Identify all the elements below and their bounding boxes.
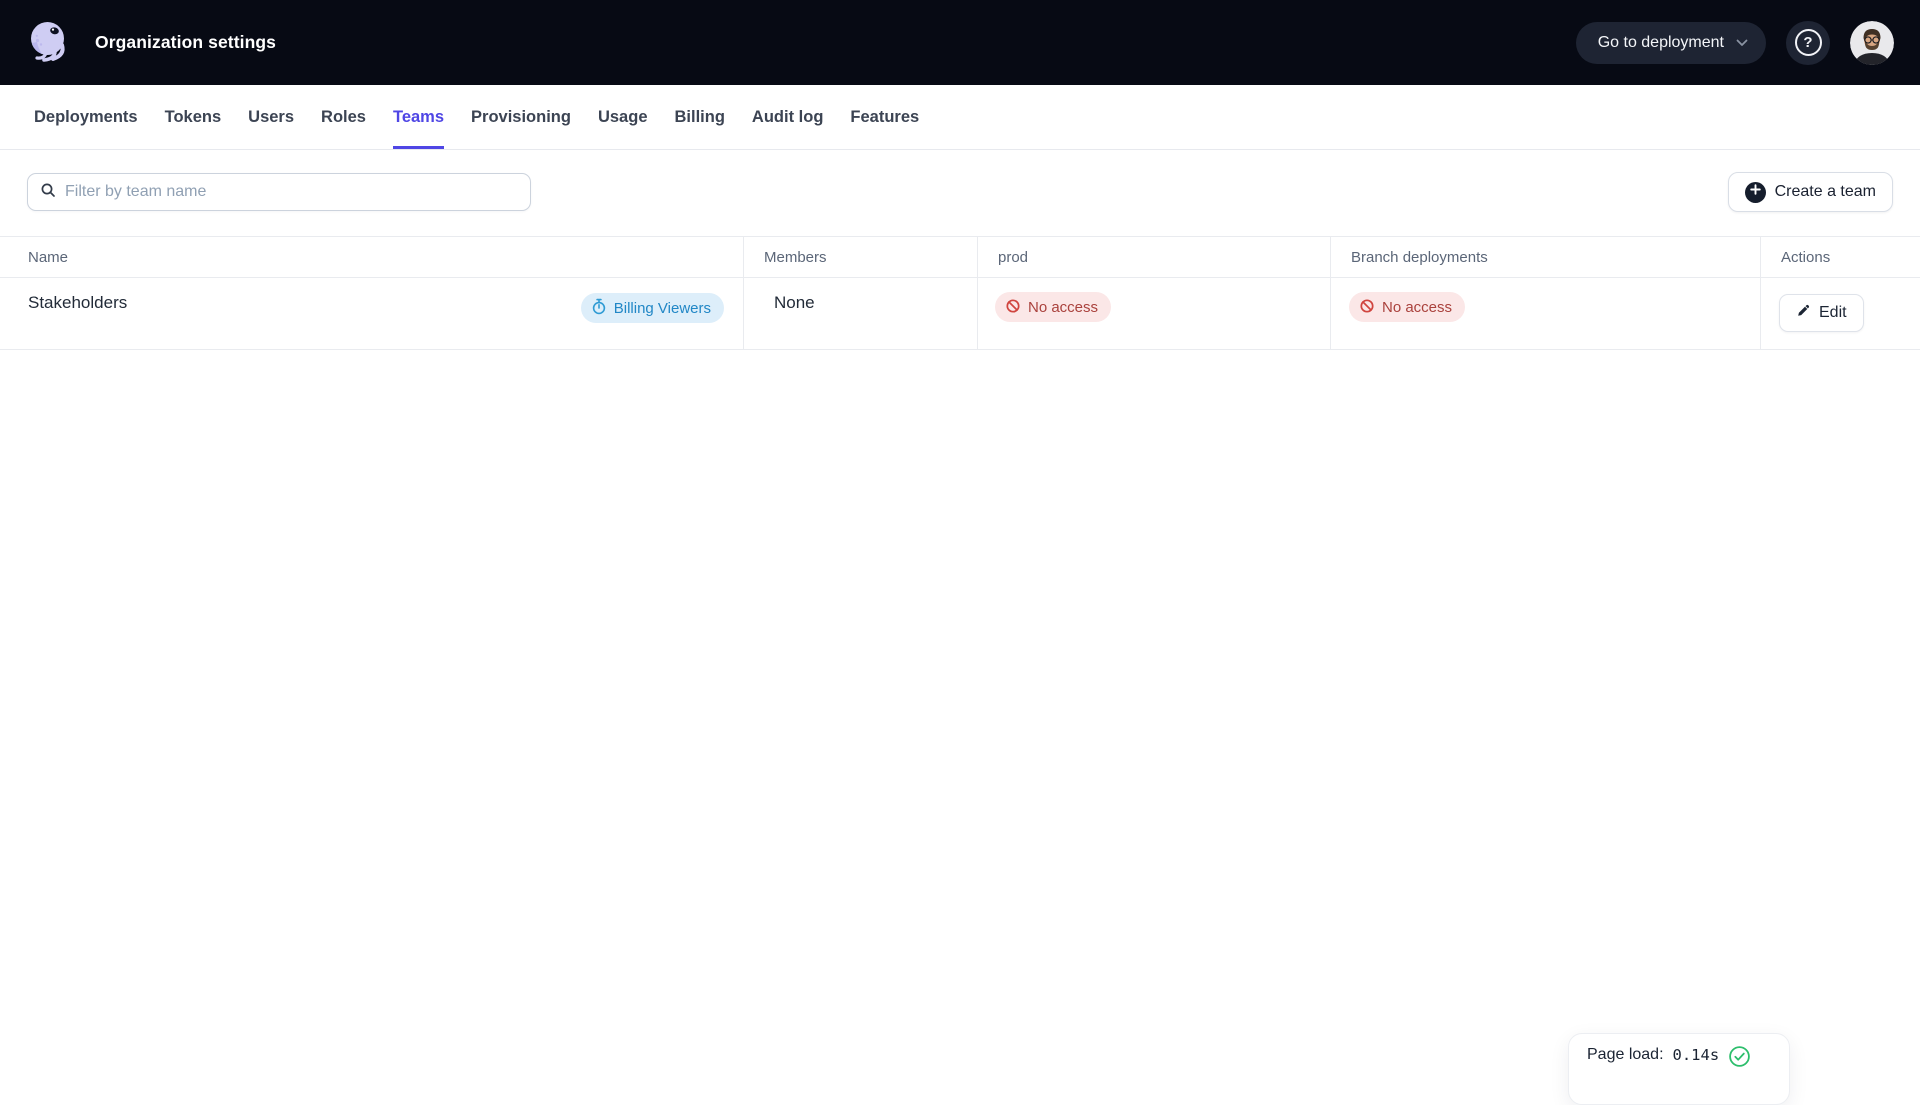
check-circle-icon (1728, 1045, 1751, 1073)
top-header: Organization settings Go to deployment ? (0, 0, 1920, 85)
role-badge: Billing Viewers (580, 293, 724, 323)
search-icon (40, 182, 56, 203)
prod-access-badge: No access (995, 292, 1112, 322)
table-row-actions-cell: Edit (1760, 278, 1920, 350)
tab-teams[interactable]: Teams (392, 85, 445, 149)
team-filter-box (27, 173, 531, 211)
go-to-deployment-button[interactable]: Go to deployment (1575, 21, 1766, 64)
teams-table: Name Members prod Branch deployments Act… (0, 236, 1920, 350)
branch-access-label: No access (1382, 298, 1453, 316)
page-title: Organization settings (95, 32, 277, 52)
user-avatar[interactable] (1850, 20, 1894, 65)
tab-audit-log[interactable]: Audit log (752, 85, 823, 149)
tab-deployments[interactable]: Deployments (34, 85, 138, 149)
column-header-name: Name (0, 236, 743, 278)
table-row-members-cell: None (743, 278, 977, 350)
teams-toolbar: Create a team (0, 150, 1920, 236)
no-entry-icon (1005, 298, 1021, 317)
table-row-name-cell: Stakeholders Billing Viewers (0, 278, 743, 350)
tab-features[interactable]: Features (850, 85, 919, 149)
table-row-branch-cell: No access (1330, 278, 1760, 350)
team-name: Stakeholders (28, 293, 128, 312)
column-header-members: Members (743, 236, 977, 278)
page-load-popover: Page load: 0.14s (1568, 1033, 1790, 1105)
chevron-down-icon (1736, 34, 1748, 52)
question-mark-icon: ? (1794, 29, 1822, 56)
no-entry-icon (1359, 298, 1375, 317)
create-team-button[interactable]: Create a team (1727, 172, 1893, 212)
tab-roles[interactable]: Roles (321, 85, 366, 149)
edit-team-button[interactable]: Edit (1779, 294, 1864, 332)
tab-billing[interactable]: Billing (675, 85, 725, 149)
octopus-logo-icon (26, 19, 74, 67)
members-value: None (774, 293, 815, 312)
go-to-deployment-label: Go to deployment (1597, 33, 1724, 51)
tab-users[interactable]: Users (248, 85, 294, 149)
tab-tokens[interactable]: Tokens (165, 85, 222, 149)
help-button[interactable]: ? (1786, 20, 1830, 65)
settings-tab-nav: Deployments Tokens Users Roles Teams Pro… (0, 85, 1920, 150)
page-load-label: Page load: (1587, 1046, 1664, 1063)
create-team-label: Create a team (1774, 183, 1876, 200)
pencil-icon (1796, 303, 1811, 323)
tab-usage[interactable]: Usage (598, 85, 648, 149)
plus-circle-icon (1744, 181, 1766, 203)
branch-access-badge: No access (1349, 292, 1466, 322)
page-load-value: 0.14s (1672, 1046, 1720, 1064)
tab-provisioning[interactable]: Provisioning (471, 85, 571, 149)
edit-button-label: Edit (1819, 304, 1847, 321)
column-header-prod: prod (977, 236, 1330, 278)
column-header-branch-deployments: Branch deployments (1330, 236, 1760, 278)
column-header-actions: Actions (1760, 236, 1920, 278)
role-badge-label: Billing Viewers (613, 299, 711, 317)
table-row-prod-cell: No access (977, 278, 1330, 350)
stopwatch-icon (591, 298, 607, 318)
team-filter-input[interactable] (65, 183, 518, 201)
prod-access-label: No access (1028, 298, 1099, 316)
